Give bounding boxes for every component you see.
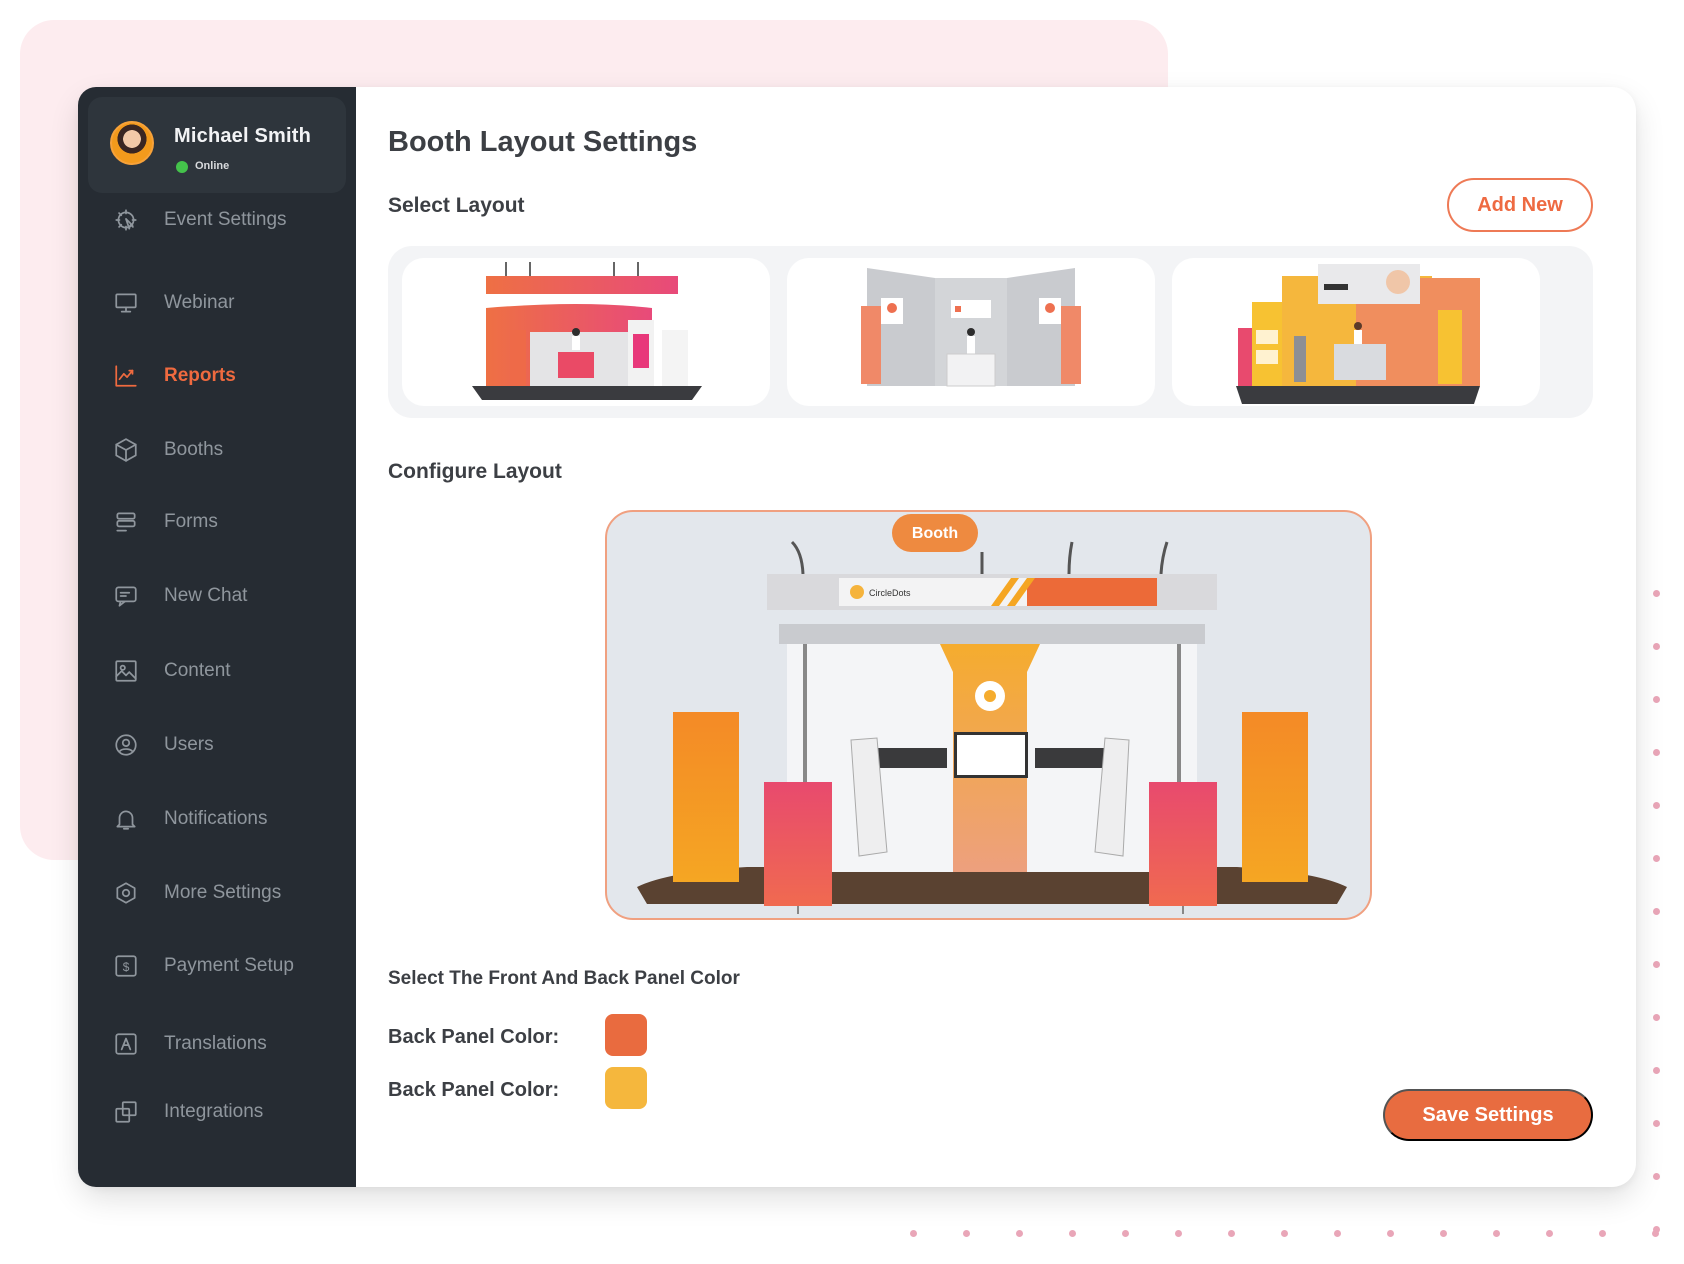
decorative-dot: [1653, 1014, 1660, 1021]
booth-thumbnail-pink: [472, 262, 702, 400]
image-icon: [112, 657, 140, 685]
avatar: [110, 121, 154, 165]
sidebar-item-webinar[interactable]: Webinar: [78, 281, 356, 325]
decorative-dot: [1387, 1230, 1394, 1237]
sidebar-item-label: Webinar: [164, 292, 235, 313]
sidebar-item-label: Integrations: [164, 1101, 264, 1122]
gear-cursor-icon: [112, 206, 140, 234]
decorative-dot: [1122, 1230, 1129, 1237]
panel-color-section-label: Select The Front And Back Panel Color: [388, 968, 740, 989]
bell-icon: [112, 805, 140, 833]
stack-icon: [112, 508, 140, 536]
sidebar-item-integrations[interactable]: Integrations: [78, 1090, 356, 1134]
user-circle-icon: [112, 731, 140, 759]
sidebar-item-label: More Settings: [164, 882, 282, 903]
chart-line-icon: [112, 362, 140, 390]
sidebar-item-label: Event Settings: [164, 209, 287, 230]
decorative-dots-bottom: [910, 1230, 1670, 1242]
decorative-dot: [1653, 696, 1660, 703]
decorative-dot: [1653, 1067, 1660, 1074]
dollar-icon: $: [112, 952, 140, 980]
sidebar-item-more-settings[interactable]: More Settings: [78, 871, 356, 915]
back-panel-color-label-1: Back Panel Color:: [388, 1026, 560, 1048]
user-status: Online: [195, 160, 230, 172]
decorative-dot: [1175, 1230, 1182, 1237]
back-panel-color-label-2: Back Panel Color:: [388, 1079, 560, 1101]
sidebar-item-label: Booths: [164, 439, 224, 460]
layout-options: [388, 246, 1593, 418]
chat-icon: [112, 582, 140, 610]
select-layout-label: Select Layout: [388, 194, 525, 217]
sidebar-item-label: Notifications: [164, 808, 268, 829]
booth-illustration: Booth CircleDots: [637, 514, 1347, 914]
monitor-icon: [112, 289, 140, 317]
sidebar-item-users[interactable]: Users: [78, 723, 356, 767]
decorative-dot: [1653, 802, 1660, 809]
sidebar-item-label: Users: [164, 734, 214, 755]
booth-sign-text: Booth: [912, 525, 958, 542]
decorative-dot: [1334, 1230, 1341, 1237]
decorative-dot: [1016, 1230, 1023, 1237]
page-title: Booth Layout Settings: [388, 126, 698, 158]
decorative-dot: [1653, 908, 1660, 915]
sidebar-item-label: Payment Setup: [164, 955, 294, 976]
sidebar-item-forms[interactable]: Forms: [78, 500, 356, 544]
decorative-dot: [1281, 1230, 1288, 1237]
sidebar-item-translations[interactable]: Translations: [78, 1022, 356, 1066]
layout-option-2[interactable]: [787, 258, 1155, 406]
back-panel-color-swatch-2[interactable]: [605, 1067, 647, 1109]
decorative-dot: [1228, 1230, 1235, 1237]
layout-option-1[interactable]: [402, 258, 770, 406]
hexagon-gear-icon: [112, 879, 140, 907]
sidebar-item-label: Reports: [164, 365, 236, 386]
svg-text:$: $: [123, 960, 130, 974]
translate-icon: [112, 1030, 140, 1058]
sidebar-item-reports[interactable]: Reports: [78, 354, 356, 398]
cube-icon: [112, 436, 140, 464]
decorative-dot: [1069, 1230, 1076, 1237]
sidebar-item-new-chat[interactable]: New Chat: [78, 574, 356, 618]
sidebar-item-label: Translations: [164, 1033, 267, 1054]
decorative-dot: [1599, 1230, 1606, 1237]
sidebar-item-content[interactable]: Content: [78, 649, 356, 693]
online-status-dot: [176, 161, 188, 173]
decorative-dot: [1653, 1120, 1660, 1127]
decorative-dot: [1653, 961, 1660, 968]
sidebar-item-payment-setup[interactable]: $ Payment Setup: [78, 944, 356, 988]
save-settings-button[interactable]: Save Settings: [1383, 1089, 1593, 1141]
decorative-dot: [1653, 749, 1660, 756]
sidebar-item-label: Content: [164, 660, 231, 681]
back-panel-color-swatch-1[interactable]: [605, 1014, 647, 1056]
decorative-dot: [1440, 1230, 1447, 1237]
booth-thumbnail-yellow: [1236, 264, 1480, 404]
decorative-dot: [1493, 1230, 1500, 1237]
decorative-dot: [1652, 1230, 1659, 1237]
decorative-dot: [910, 1230, 917, 1237]
integrations-icon: [112, 1098, 140, 1126]
configure-layout-label: Configure Layout: [388, 460, 562, 483]
decorative-dots-right: [1653, 590, 1665, 1250]
user-name: Michael Smith: [174, 125, 312, 147]
booth-brand-text: CircleDots: [869, 588, 911, 598]
booth-thumbnail-gray: [861, 268, 1081, 387]
decorative-dot: [963, 1230, 970, 1237]
sidebar-item-event-settings[interactable]: Event Settings: [78, 198, 356, 242]
booth-preview[interactable]: Booth CircleDots: [605, 510, 1372, 920]
layout-option-3[interactable]: [1172, 258, 1540, 406]
sidebar-item-label: Forms: [164, 511, 218, 532]
sidebar-item-notifications[interactable]: Notifications: [78, 797, 356, 841]
decorative-dot: [1653, 643, 1660, 650]
decorative-dot: [1653, 1173, 1660, 1180]
add-new-button[interactable]: Add New: [1447, 178, 1593, 232]
decorative-dot: [1546, 1230, 1553, 1237]
sidebar-item-booths[interactable]: Booths: [78, 428, 356, 472]
decorative-dot: [1653, 590, 1660, 597]
sidebar-item-label: New Chat: [164, 585, 248, 606]
decorative-dot: [1653, 855, 1660, 862]
user-profile[interactable]: Michael Smith Online: [88, 97, 346, 193]
sidebar: Michael Smith Online Event Settings Webin…: [78, 87, 356, 1187]
